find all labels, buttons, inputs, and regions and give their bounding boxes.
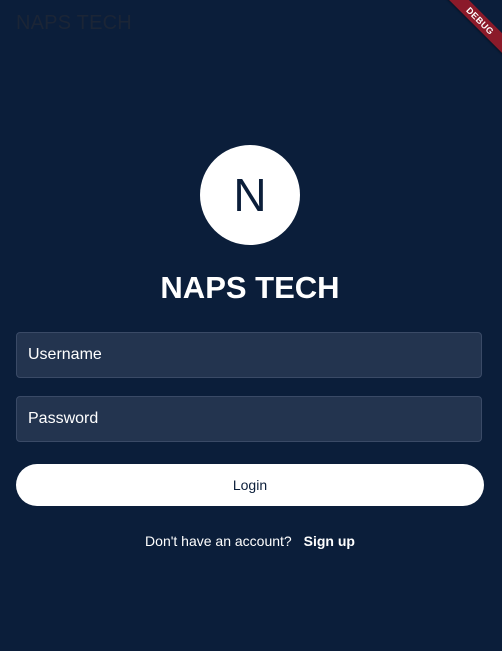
debug-banner: DEBUG xyxy=(422,0,502,80)
signup-prompt: Don't have an account? xyxy=(145,533,292,549)
username-field[interactable] xyxy=(16,332,482,378)
debug-banner-label: DEBUG xyxy=(442,0,502,59)
username-input[interactable] xyxy=(28,346,470,364)
logo-avatar: N xyxy=(200,145,300,245)
signup-row: Don't have an account? Sign up xyxy=(0,533,500,549)
login-button[interactable]: Login xyxy=(16,464,484,506)
signup-link[interactable]: Sign up xyxy=(304,533,355,549)
password-field[interactable] xyxy=(16,396,482,442)
password-input[interactable] xyxy=(28,410,470,428)
appbar-title: NAPS TECH xyxy=(16,12,132,34)
avatar-letter: N xyxy=(233,169,267,221)
brand-title: NAPS TECH xyxy=(160,270,340,305)
